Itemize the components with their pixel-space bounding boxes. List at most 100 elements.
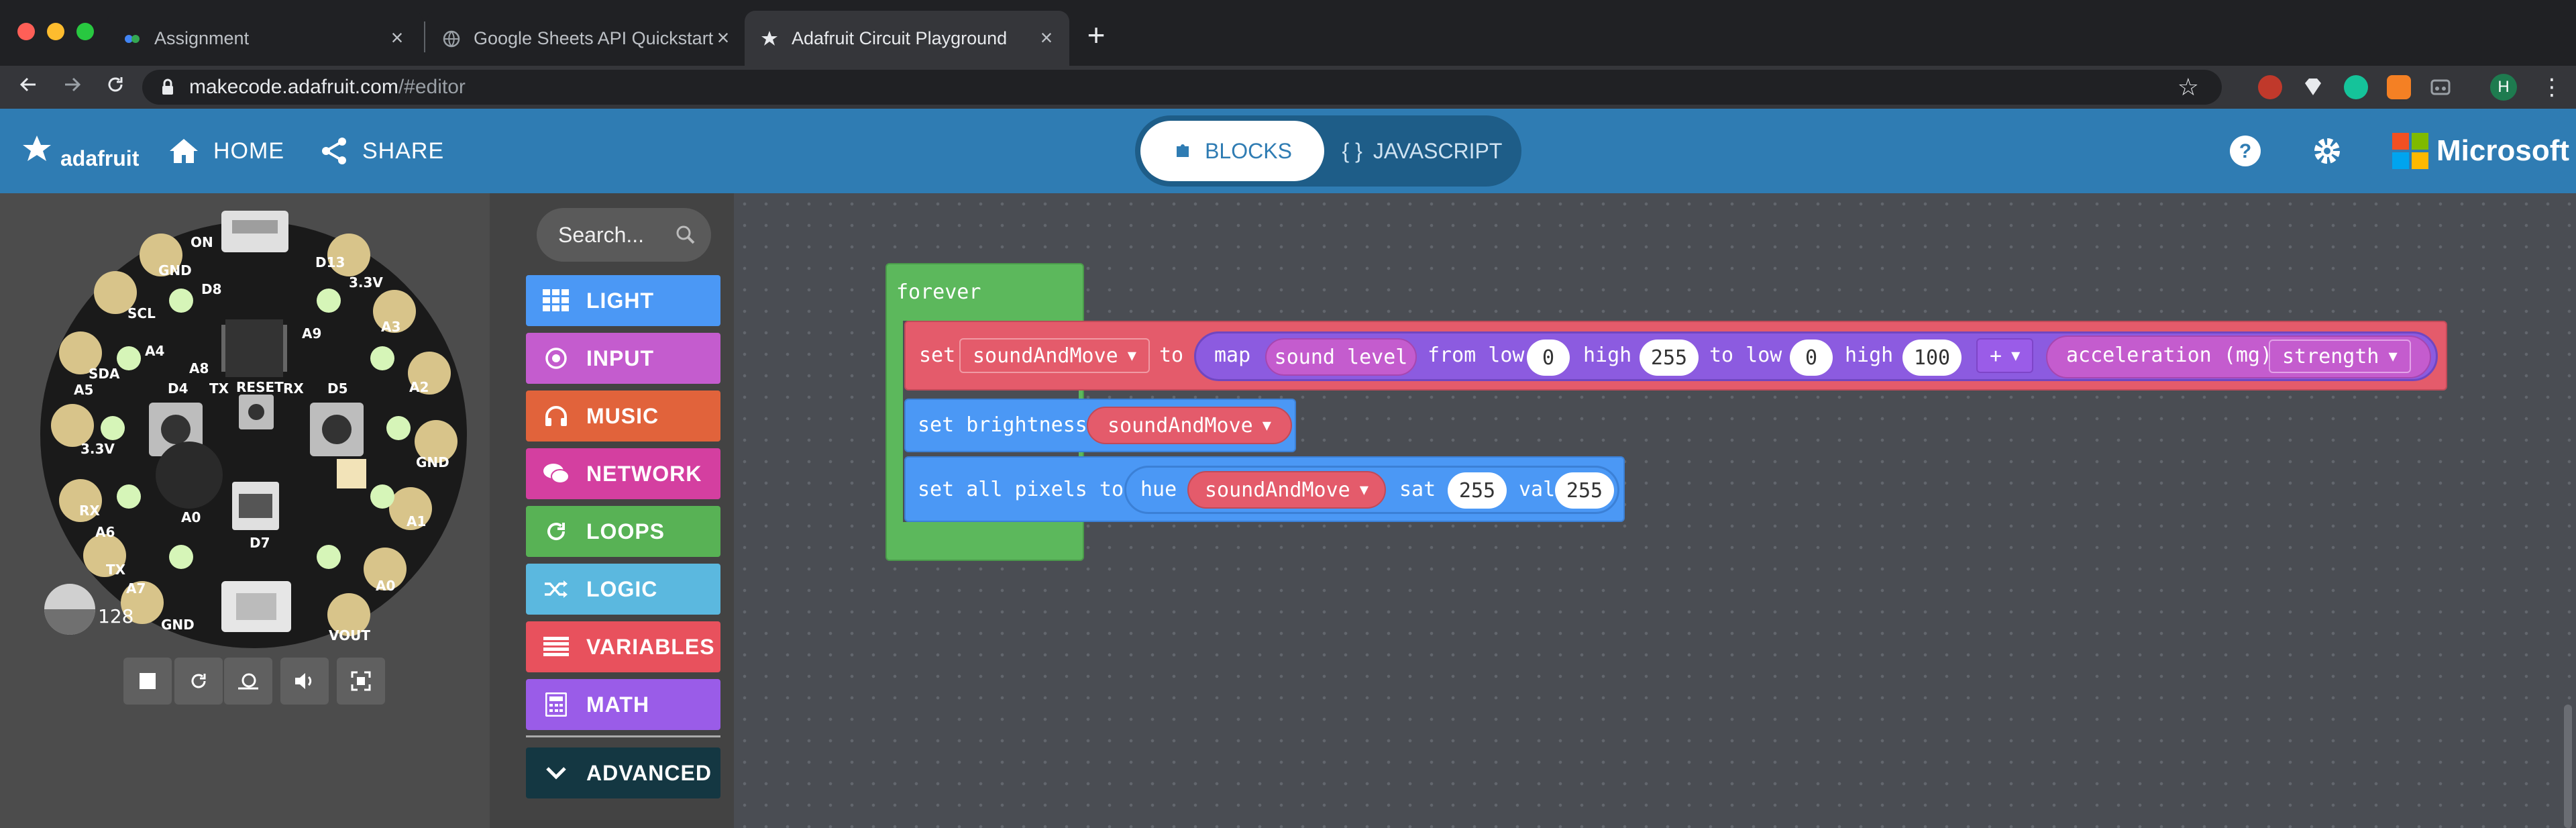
snail-icon xyxy=(238,673,258,690)
close-tab-icon[interactable]: × xyxy=(711,25,735,50)
browser-toolbar: makecode.adafruit.com/#editor ☆ H ⋮ xyxy=(0,66,2576,109)
pin-label: D5 xyxy=(327,380,348,397)
browser-tab-bar: Assignment × Google Sheets API Quickstar… xyxy=(0,0,2576,66)
maximize-window-button[interactable] xyxy=(76,23,94,40)
category-logic[interactable]: LOGIC xyxy=(526,564,720,615)
bookmark-star-icon[interactable]: ☆ xyxy=(2178,74,2199,101)
new-tab-button[interactable]: + xyxy=(1077,17,1115,55)
classroom-icon xyxy=(125,35,140,43)
category-network[interactable]: NETWORK xyxy=(526,448,720,499)
microsoft-logo[interactable]: Microsoft xyxy=(2392,109,2569,193)
variable-block[interactable]: soundAndMove ▼ xyxy=(1087,407,1292,444)
blocks-tab[interactable]: BLOCKS xyxy=(1140,121,1324,181)
pin-label: A9 xyxy=(302,325,321,342)
pin-label: A6 xyxy=(95,524,115,540)
sat-input[interactable]: 255 xyxy=(1448,472,1507,509)
operator-block[interactable]: + ▼ xyxy=(1976,338,2034,373)
variable-block[interactable]: soundAndMove ▼ xyxy=(1187,471,1386,509)
pin-label: RESET xyxy=(236,379,284,395)
close-tab-icon[interactable]: × xyxy=(385,25,409,50)
pin-label: GND xyxy=(158,262,192,278)
search-input[interactable]: Search... xyxy=(537,208,711,262)
pin-label: TX xyxy=(106,562,126,578)
volume-value: 128 xyxy=(98,605,133,627)
arrow-left-icon xyxy=(19,77,36,92)
ublock-extension-icon[interactable] xyxy=(2258,75,2282,99)
from-low-input[interactable]: 0 xyxy=(1527,340,1570,376)
slowmo-button[interactable] xyxy=(224,658,272,705)
svg-text:?: ? xyxy=(2239,140,2251,162)
refresh-icon xyxy=(547,523,566,541)
category-label: LOGIC xyxy=(586,576,658,601)
close-window-button[interactable] xyxy=(17,23,35,40)
stop-button[interactable] xyxy=(123,658,172,705)
category-advanced[interactable]: ADVANCED xyxy=(526,747,720,798)
more-menu-icon[interactable]: ⋮ xyxy=(2540,75,2564,99)
blocks-workspace[interactable]: forever set soundAndMove ▼ to map sound l… xyxy=(734,193,2576,828)
workspace-scrollbar[interactable] xyxy=(2564,705,2572,828)
minimize-window-button[interactable] xyxy=(47,23,64,40)
operator-label: + xyxy=(1990,344,2002,368)
stackoverflow-extension-icon[interactable] xyxy=(2387,75,2411,99)
set-all-pixels-block[interactable]: set all pixels to hue soundAndMove ▼ sat … xyxy=(904,456,1625,522)
restart-button[interactable] xyxy=(174,658,223,705)
caret-down-icon: ▼ xyxy=(1359,481,1368,499)
search-icon xyxy=(676,225,695,244)
volume-dial[interactable] xyxy=(44,584,95,635)
home-icon xyxy=(170,139,198,163)
to-low-label: to low xyxy=(1709,344,1782,367)
close-tab-icon[interactable]: × xyxy=(1034,25,1059,50)
val-input[interactable]: 255 xyxy=(1555,472,1614,509)
headphones-icon xyxy=(545,406,567,426)
category-math[interactable]: MATH xyxy=(526,679,720,730)
javascript-label: JAVASCRIPT xyxy=(1373,138,1503,163)
to-high-input[interactable]: 100 xyxy=(1902,340,1962,376)
blocks-label: BLOCKS xyxy=(1205,138,1292,163)
acceleration-label: acceleration (mg) xyxy=(2066,344,2273,367)
reload-button[interactable] xyxy=(101,72,130,102)
gear-icon[interactable] xyxy=(2310,134,2344,168)
mute-button[interactable] xyxy=(280,658,329,705)
to-low-input[interactable]: 0 xyxy=(1790,340,1833,376)
pin-label: TX xyxy=(209,380,229,397)
category-light[interactable]: LIGHT xyxy=(526,275,720,326)
category-input[interactable]: INPUT xyxy=(526,333,720,384)
category-label: ADVANCED xyxy=(586,760,712,785)
category-loops[interactable]: LOOPS xyxy=(526,506,720,557)
incognito-extension-icon[interactable] xyxy=(2428,75,2453,99)
diamond-extension-icon[interactable] xyxy=(2301,75,2325,99)
category-music[interactable]: MUSIC xyxy=(526,391,720,442)
browser-tab-adafruit[interactable]: Adafruit Circuit Playground Exp × xyxy=(745,11,1069,66)
pin-label: SCL xyxy=(127,305,156,321)
adafruit-logo[interactable]: adafruit xyxy=(20,109,139,193)
grammarly-extension-icon[interactable] xyxy=(2344,75,2368,99)
browser-tab-assignment[interactable]: Assignment × xyxy=(107,11,423,66)
pin-label: A8 xyxy=(189,360,209,376)
fullscreen-button[interactable] xyxy=(337,658,385,705)
pin-label: A7 xyxy=(126,580,146,597)
variable-dropdown[interactable]: soundAndMove ▼ xyxy=(959,338,1150,373)
category-variables[interactable]: VARIABLES xyxy=(526,621,720,672)
address-bar[interactable]: makecode.adafruit.com/#editor ☆ xyxy=(142,70,2222,105)
from-high-input[interactable]: 255 xyxy=(1640,340,1699,376)
circuit-playground-board[interactable]: GND D8 D13 3.3V A3 A2 SCL A4 SDA A5 3.3V… xyxy=(0,193,490,828)
home-label: HOME xyxy=(213,138,284,164)
home-button[interactable]: HOME xyxy=(168,109,284,193)
braces-icon: { } xyxy=(1342,138,1362,163)
back-button[interactable] xyxy=(13,72,43,102)
set-brightness-block[interactable]: set brightness soundAndMove ▼ xyxy=(904,399,1296,452)
set-variable-block[interactable]: set soundAndMove ▼ to map sound level fro… xyxy=(904,321,2447,391)
share-button[interactable]: SHARE xyxy=(319,109,444,193)
caret-down-icon: ▼ xyxy=(2011,347,2021,364)
browser-tab-sheets-api[interactable]: Google Sheets API Quickstart × xyxy=(427,11,745,66)
pin-label: D7 xyxy=(250,535,270,551)
strength-dropdown[interactable]: strength ▼ xyxy=(2269,340,2411,373)
profile-avatar[interactable]: H xyxy=(2490,74,2517,101)
forward-button[interactable] xyxy=(58,72,87,102)
arrow-right-icon xyxy=(65,77,81,92)
sound-level-block[interactable]: sound level xyxy=(1265,338,1417,376)
javascript-tab[interactable]: { } JAVASCRIPT xyxy=(1330,121,1515,181)
pin-label: ON xyxy=(191,234,213,250)
help-icon[interactable]: ? xyxy=(2229,134,2262,168)
target-icon xyxy=(545,348,567,369)
